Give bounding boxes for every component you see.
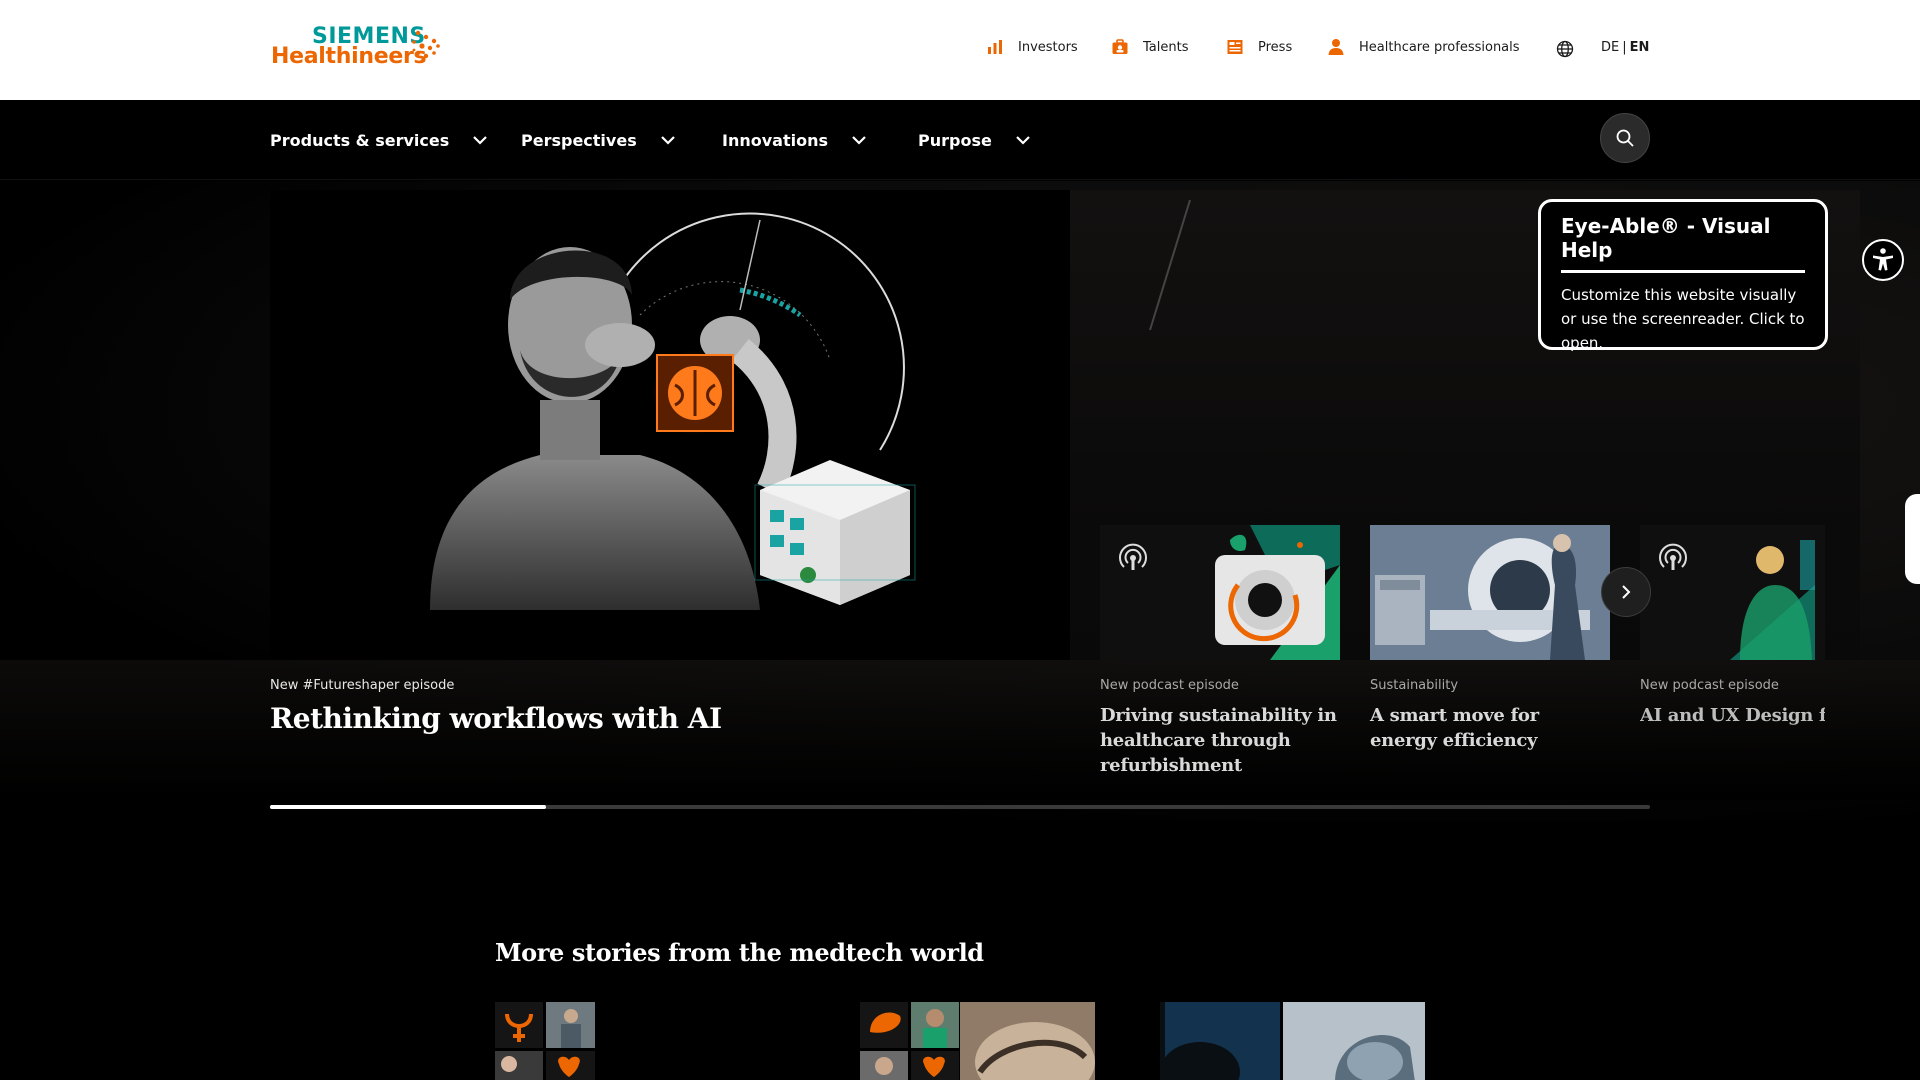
briefcase-icon [1112, 39, 1128, 54]
eye-able-button[interactable] [1862, 239, 1904, 281]
language-switcher: DE | EN [1601, 40, 1649, 55]
carousel-slide-refurbishment[interactable]: New podcast episode Driving sustainabili… [1100, 525, 1340, 778]
utility-link-label: Press [1258, 39, 1293, 55]
slide-thumbnail [1640, 525, 1825, 660]
top-utility-bar: SIEMENS Healthineers Investors Talents P… [0, 0, 1920, 100]
eye-able-tooltip-title: Eye-Able® - Visual Help [1561, 214, 1805, 273]
carousel-slide-ai-ux-design[interactable]: New podcast episode AI and UX Design for… [1640, 525, 1825, 728]
nav-perspectives[interactable]: Perspectives [521, 100, 677, 180]
chevron-down-icon [1016, 136, 1030, 145]
language-option-en[interactable]: EN [1630, 40, 1650, 55]
utility-link-healthcare-professionals[interactable]: Healthcare professionals [1327, 38, 1520, 56]
utility-link-label: Talents [1143, 39, 1189, 55]
hero-illustration [430, 212, 916, 610]
nav-products-services[interactable]: Products & services [270, 100, 489, 180]
nav-item-label: Purpose [918, 130, 992, 150]
logo-wordmark-healthineers: Healthineers [271, 44, 427, 69]
hero-featured-image[interactable] [270, 190, 1070, 660]
slide-kicker: Sustainability [1370, 678, 1459, 693]
carousel-next-button[interactable] [1601, 567, 1651, 617]
chevron-down-icon [473, 136, 488, 145]
feedback-side-tab[interactable] [1905, 494, 1920, 584]
nav-item-label: Innovations [722, 130, 828, 150]
story-thumbnail [495, 1002, 595, 1080]
slide-title: A smart move for energy efficiency [1370, 705, 1539, 751]
podcast-icon [1659, 543, 1687, 570]
accessibility-icon [1873, 248, 1893, 271]
chevron-down-icon [660, 136, 675, 145]
chevron-right-icon [1622, 585, 1631, 599]
slide-kicker: New podcast episode [1640, 678, 1779, 693]
eye-able-tooltip[interactable]: Eye-Able® - Visual Help Customize this w… [1538, 199, 1828, 352]
language-option-de[interactable]: DE [1601, 40, 1619, 55]
carousel-progress-fill [270, 805, 546, 809]
more-stories-heading: More stories from the medtech world [495, 938, 984, 967]
chevron-down-icon [852, 136, 866, 145]
slide-title: Driving sustainability in healthcare thr… [1100, 705, 1337, 776]
carousel-slide-energy-efficiency[interactable]: Sustainability A smart move for energy e… [1370, 525, 1610, 753]
story-thumbnail [860, 1002, 1095, 1080]
utility-link-label: Investors [1018, 39, 1078, 55]
bar-chart-icon [988, 40, 1002, 54]
search-icon [1616, 129, 1634, 147]
story-thumbnail [1160, 1002, 1425, 1080]
nav-item-label: Products & services [270, 130, 450, 150]
slide-thumbnail [1100, 525, 1340, 660]
siemens-healthineers-logo[interactable]: SIEMENS Healthineers [270, 24, 450, 72]
slide-kicker: New podcast episode [1100, 678, 1239, 693]
hero-title[interactable]: Rethinking workflows with AI [270, 702, 722, 735]
nav-innovations[interactable]: Innovations [722, 100, 868, 180]
utility-link-press[interactable]: Press [1226, 38, 1292, 56]
language-separator: | [1622, 40, 1627, 55]
newspaper-icon [1227, 40, 1243, 54]
slide-thumbnail [1370, 525, 1610, 660]
utility-link-label: Healthcare professionals [1359, 39, 1520, 55]
nav-purpose[interactable]: Purpose [918, 100, 1032, 180]
hero-kicker: New #Futureshaper episode [270, 678, 455, 693]
nav-item-label: Perspectives [521, 130, 637, 150]
eye-able-tooltip-body: Customize this website visually or use t… [1561, 286, 1805, 352]
utility-link-investors[interactable]: Investors [986, 38, 1078, 56]
utility-link-talents[interactable]: Talents [1111, 38, 1188, 56]
search-button[interactable] [1600, 113, 1650, 163]
globe-icon [1556, 40, 1574, 58]
logo-dots-icon [412, 30, 440, 63]
story-card[interactable] [495, 1002, 595, 1080]
person-icon [1328, 39, 1344, 55]
language-globe[interactable] [1556, 40, 1574, 58]
story-card[interactable] [860, 1002, 1095, 1080]
carousel-progress-bar[interactable] [270, 805, 1650, 809]
slide-title: AI and UX Design for Imaging Automation [1640, 705, 1825, 726]
story-card[interactable] [1160, 1002, 1425, 1080]
podcast-icon [1119, 543, 1147, 570]
